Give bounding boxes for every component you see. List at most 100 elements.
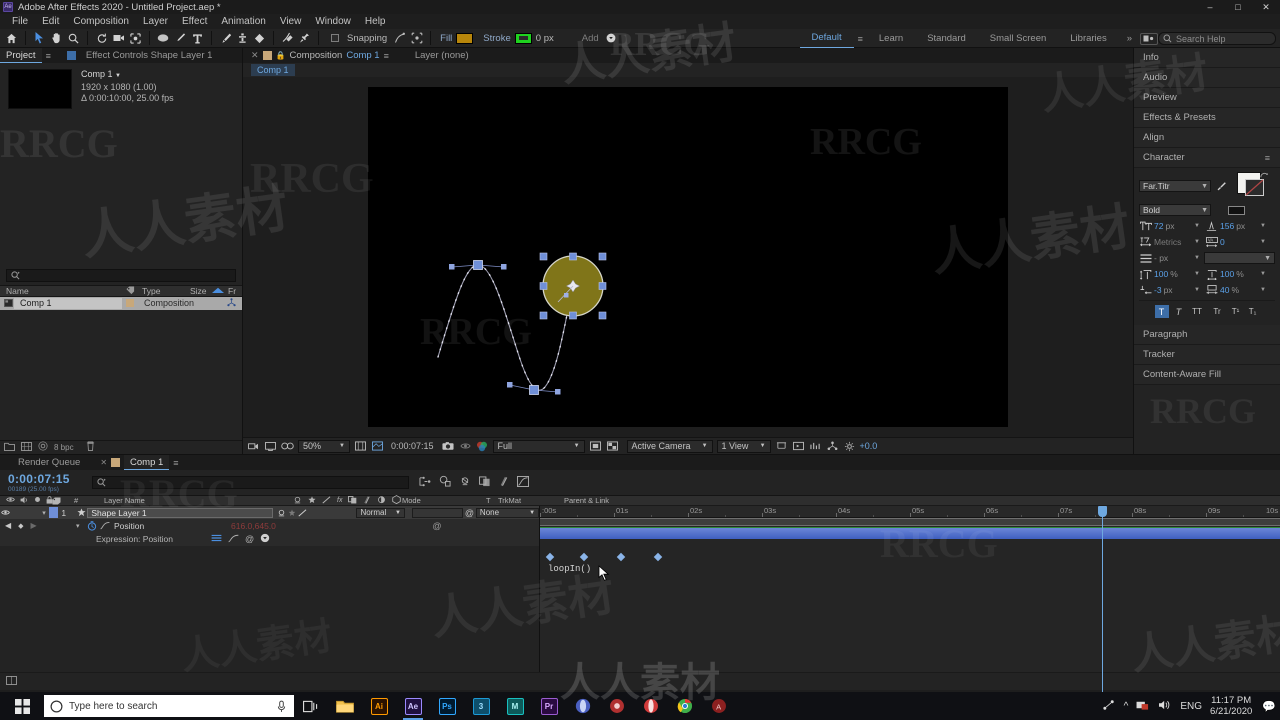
close-button[interactable]: ✕: [1252, 0, 1280, 14]
layer-name-input[interactable]: Shape Layer 1: [87, 507, 274, 518]
layer-shy-switch[interactable]: [276, 509, 287, 517]
tab-effect-controls[interactable]: Effect Controls Shape Layer 1: [80, 48, 219, 63]
trkmat-column-header[interactable]: TrkMat: [498, 496, 558, 505]
tray-network-share-icon[interactable]: [1102, 699, 1116, 713]
stopwatch-icon[interactable]: [85, 520, 98, 531]
breadcrumb-comp1[interactable]: Comp 1: [251, 64, 295, 76]
panel-tracker[interactable]: Tracker: [1134, 345, 1280, 365]
menu-item-effect[interactable]: Effect: [175, 14, 214, 29]
layer-parent-select[interactable]: None ▼: [475, 507, 540, 518]
property-expand-arrow[interactable]: ▾: [76, 522, 85, 530]
current-time-value[interactable]: 0:00:07:15: [8, 472, 92, 486]
panel-content-aware-fill[interactable]: Content-Aware Fill: [1134, 365, 1280, 385]
new-comp-icon[interactable]: [21, 441, 32, 454]
project-item-name[interactable]: Comp 1: [14, 297, 122, 309]
action-center-icon[interactable]: 💬: [1260, 700, 1276, 713]
column-name[interactable]: Name: [0, 286, 120, 296]
tray-clock[interactable]: 11:17 PM 6/21/2020: [1210, 695, 1252, 717]
next-keyframe-icon[interactable]: ▶: [31, 521, 37, 530]
fill-color-swatch[interactable]: [456, 32, 474, 44]
superscript-button[interactable]: T¹: [1229, 305, 1243, 318]
layer-name-column-header[interactable]: Layer Name: [98, 496, 293, 505]
menu-item-help[interactable]: Help: [358, 14, 393, 29]
clone-stamp-tool[interactable]: [234, 30, 251, 47]
keyframe-marker[interactable]: [579, 552, 588, 562]
composition-mini-flowchart-icon[interactable]: [419, 476, 431, 490]
home-icon[interactable]: [3, 30, 20, 47]
keyframe-marker[interactable]: [653, 552, 662, 562]
toggle-switches-modes-icon[interactable]: [6, 675, 17, 688]
table-row[interactable]: ▾ 1 Shape Layer 1 Normal ▼ @ None ▼: [0, 506, 540, 519]
zoom-level-select[interactable]: 50% ▼: [298, 439, 350, 453]
character-panel-menu-icon[interactable]: ≡: [1261, 153, 1274, 163]
project-item-comp1[interactable]: Comp 1 Composition: [0, 296, 242, 310]
tray-overflow-icon[interactable]: ^: [1124, 701, 1129, 712]
font-family-select[interactable]: Far.Titr ▼: [1139, 180, 1211, 192]
tracking-value[interactable]: 0: [1218, 237, 1225, 247]
snapshot-camera-icon[interactable]: [442, 440, 455, 453]
delete-icon[interactable]: [86, 441, 95, 454]
graph-editor-icon[interactable]: [517, 475, 529, 490]
show-snapshot-icon[interactable]: [459, 440, 472, 453]
main-view-icon[interactable]: [264, 440, 277, 453]
roto-brush-tool[interactable]: [279, 30, 296, 47]
panel-preview[interactable]: Preview: [1134, 88, 1280, 108]
chrome-icon[interactable]: [668, 692, 702, 720]
viewer-time-display[interactable]: 0:00:07:15: [388, 441, 434, 451]
enable-motion-blur-icon[interactable]: [499, 476, 509, 490]
label-column-header-icon[interactable]: [52, 496, 74, 505]
small-caps-button[interactable]: Tr: [1209, 305, 1226, 318]
menu-item-edit[interactable]: Edit: [35, 14, 66, 29]
tsume-field[interactable]: 40 % ▼: [1205, 284, 1266, 296]
panel-info[interactable]: Info: [1134, 48, 1280, 68]
pan-behind-tool[interactable]: [127, 30, 144, 47]
horizontal-scale-field[interactable]: 100 % ▼: [1205, 268, 1266, 280]
project-panel-menu-icon[interactable]: ≡: [42, 51, 55, 61]
leading-field[interactable]: 156 px ▼: [1205, 220, 1266, 232]
column-type[interactable]: Type: [136, 286, 184, 296]
panel-effects-presets[interactable]: Effects & Presets: [1134, 108, 1280, 128]
faux-bold-button[interactable]: T: [1154, 305, 1169, 318]
tab-comp1[interactable]: Comp 1: [124, 455, 170, 470]
timeline-track-area[interactable]: :00s 01s 02s 03s 04s 05s 06s 07s 08s 09s 10s loopI…: [540, 506, 1280, 692]
type-tool[interactable]: [189, 30, 206, 47]
project-settings-icon[interactable]: [38, 441, 48, 454]
lock-icon[interactable]: 🔒: [276, 51, 286, 60]
app-red-icon[interactable]: [600, 692, 634, 720]
column-size[interactable]: Size: [184, 286, 207, 296]
black-swatch[interactable]: [1228, 205, 1245, 215]
expression-enable-icon[interactable]: [211, 534, 222, 544]
faux-italic-button[interactable]: T: [1172, 305, 1186, 318]
current-time-display[interactable]: 0:00:07:15 00189 (25.00 fps): [0, 472, 92, 493]
bit-depth-label[interactable]: 8 bpc: [54, 443, 74, 452]
workspace-standard[interactable]: Standard: [915, 33, 978, 44]
horizontal-scale-dropdown-icon[interactable]: ▼: [1260, 271, 1266, 277]
workspace-overflow-icon[interactable]: »: [1119, 33, 1140, 44]
zoom-tool[interactable]: [65, 30, 82, 47]
property-row-position[interactable]: ◀ ◆ ▶ ▾ Position 616.0,645.0 @: [0, 519, 539, 532]
timeline-search-input[interactable]: [92, 476, 409, 489]
font-size-field[interactable]: 72 px ▼: [1139, 220, 1200, 232]
stroke-width-field[interactable]: - px ▼: [1139, 252, 1200, 264]
panel-audio[interactable]: Audio: [1134, 68, 1280, 88]
opera-icon[interactable]: [566, 692, 600, 720]
snap-point-icon[interactable]: [391, 30, 408, 47]
menu-item-animation[interactable]: Animation: [214, 14, 272, 29]
screen-toggle-icon[interactable]: [1140, 32, 1158, 45]
timeline-icon[interactable]: [809, 440, 822, 453]
tsume-dropdown-icon[interactable]: ▼: [1260, 287, 1266, 293]
snap-grid-icon[interactable]: [408, 30, 425, 47]
expression-pickwhip-icon[interactable]: @: [245, 534, 254, 544]
kerning-dropdown-icon[interactable]: ▼: [1194, 239, 1200, 245]
photoshop-icon[interactable]: Ps: [430, 692, 464, 720]
pen-tool[interactable]: [172, 30, 189, 47]
stroke-width-value[interactable]: 0 px: [532, 33, 558, 44]
layer-expand-arrow[interactable]: ▾: [42, 509, 49, 517]
layer-video-toggle[interactable]: [0, 509, 11, 516]
index-column-header[interactable]: #: [74, 496, 98, 505]
timeline-panel-menu-icon[interactable]: ≡: [169, 458, 182, 468]
3ds-max-icon[interactable]: 3: [464, 692, 498, 720]
baseline-shift-field[interactable]: -3 px ▼: [1139, 284, 1200, 296]
tray-volume-icon[interactable]: [1158, 699, 1172, 713]
vertical-scale-dropdown-icon[interactable]: ▼: [1194, 271, 1200, 277]
